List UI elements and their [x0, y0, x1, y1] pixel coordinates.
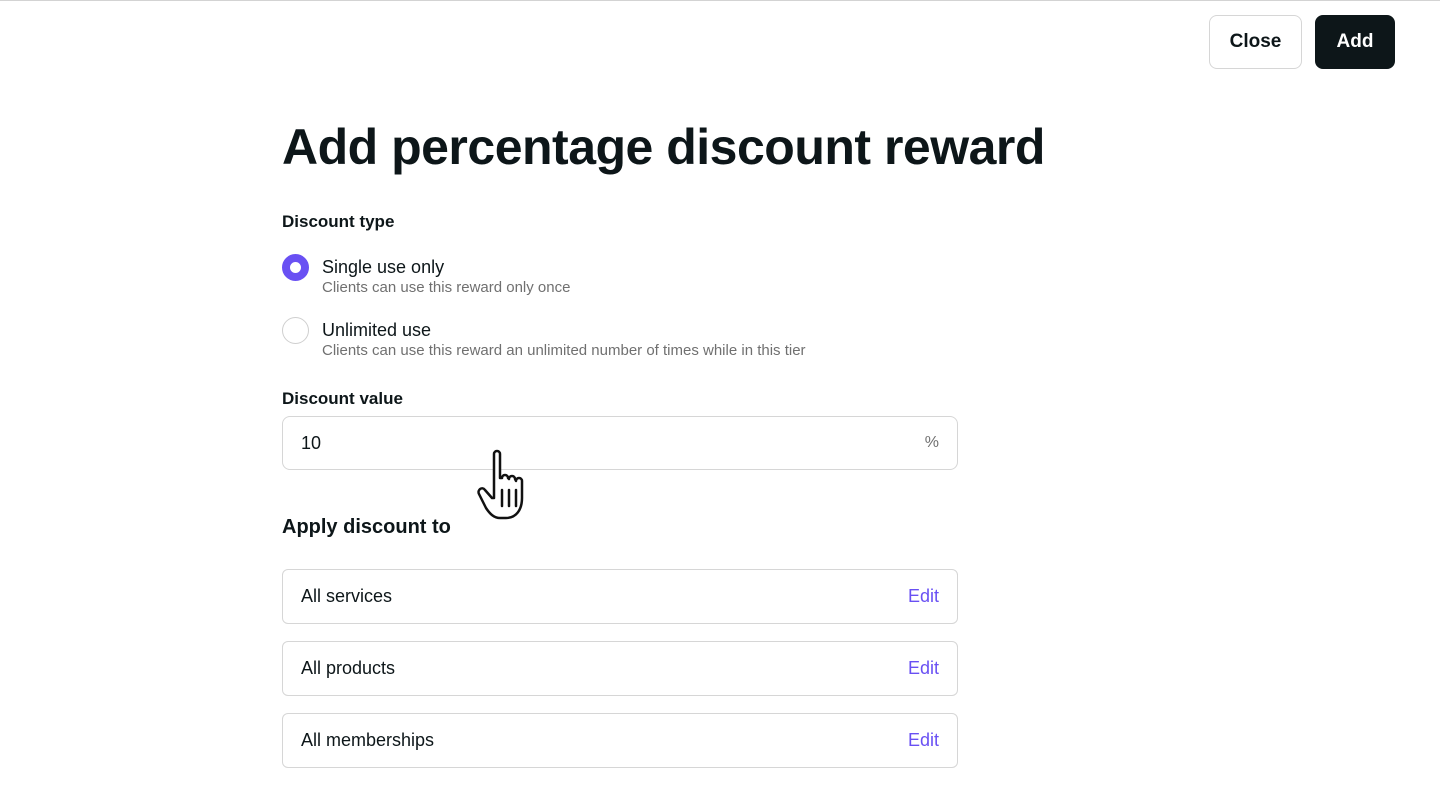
scope-card-products: All products Edit — [282, 641, 958, 696]
radio-button-single-use[interactable] — [282, 254, 309, 281]
radio-option-description: Clients can use this reward only once — [322, 279, 571, 296]
scope-label: All products — [301, 658, 396, 678]
discount-value-input[interactable] — [301, 432, 861, 454]
hand-pointer-icon — [477, 449, 524, 520]
radio-option-description: Clients can use this reward an unlimited… — [322, 342, 806, 359]
edit-services-link[interactable]: Edit — [908, 586, 939, 607]
add-button[interactable]: Add — [1315, 15, 1395, 69]
close-button[interactable]: Close — [1209, 15, 1302, 69]
apply-discount-label: Apply discount to — [282, 516, 451, 538]
discount-type-label: Discount type — [282, 212, 395, 231]
radio-option-unlimited-use[interactable]: Unlimited use Clients can use this rewar… — [282, 317, 806, 361]
scope-card-memberships: All memberships Edit — [282, 713, 958, 768]
radio-option-single-use[interactable]: Single use only Clients can use this rew… — [282, 254, 570, 298]
header-actions: Close Add — [1209, 15, 1395, 69]
scope-label: All services — [301, 586, 393, 606]
radio-option-title: Unlimited use — [322, 320, 432, 340]
discount-value-label: Discount value — [282, 389, 403, 408]
edit-memberships-link[interactable]: Edit — [908, 730, 939, 751]
scope-card-services: All services Edit — [282, 569, 958, 624]
radio-button-unlimited-use[interactable] — [282, 317, 309, 344]
scope-label: All memberships — [301, 730, 435, 750]
edit-products-link[interactable]: Edit — [908, 658, 939, 679]
radio-option-title: Single use only — [322, 257, 445, 277]
page-title: Add percentage discount reward — [282, 119, 1045, 175]
discount-value-field[interactable]: % — [282, 416, 958, 470]
top-divider — [0, 0, 1440, 1]
percent-suffix: % — [924, 434, 939, 451]
